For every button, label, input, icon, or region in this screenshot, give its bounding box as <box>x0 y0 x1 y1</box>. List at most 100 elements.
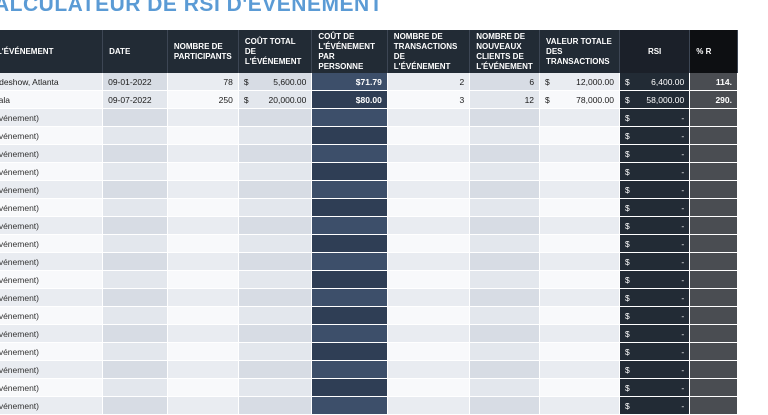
cell-event-name[interactable]: sez l'événement) <box>0 306 104 325</box>
cell-total-value[interactable] <box>539 126 620 145</box>
cell-transactions[interactable] <box>387 234 471 253</box>
cell-new-clients[interactable] <box>469 198 541 217</box>
cell-new-clients[interactable] <box>469 396 541 415</box>
cell-roi[interactable]: $ - <box>619 198 691 217</box>
cell-roi[interactable]: $ - <box>619 162 691 181</box>
cell-cost-per-person[interactable] <box>311 162 388 181</box>
cell-roi-percent[interactable] <box>689 324 738 343</box>
cell-total-cost[interactable] <box>238 378 313 397</box>
cell-total-value[interactable] <box>539 198 620 217</box>
cell-roi-percent[interactable] <box>689 180 738 199</box>
cell-total-value[interactable] <box>539 342 620 361</box>
cell-event-name[interactable]: sez l'événement) <box>0 324 104 343</box>
cell-roi[interactable]: $ - <box>619 270 691 289</box>
cell-roi[interactable]: $ - <box>619 396 691 415</box>
cell-roi-percent[interactable]: 290. <box>689 90 738 109</box>
cell-participants[interactable] <box>167 288 239 307</box>
cell-transactions[interactable] <box>387 162 471 181</box>
header-total-cost[interactable]: COÛT TOTAL DE L'ÉVÉNEMENT <box>238 30 313 73</box>
cell-event-name[interactable]: sez l'événement) <box>0 108 104 127</box>
cell-event-name[interactable]: sez l'événement) <box>0 378 104 397</box>
cell-date[interactable] <box>102 180 168 199</box>
cell-roi-percent[interactable] <box>689 234 738 253</box>
cell-participants[interactable] <box>167 360 239 379</box>
cell-participants[interactable] <box>167 342 239 361</box>
cell-transactions[interactable] <box>387 216 471 235</box>
cell-total-cost[interactable]: $5,600.00 <box>238 73 313 91</box>
cell-cost-per-person[interactable] <box>311 288 388 307</box>
cell-participants[interactable]: 78 <box>167 73 239 91</box>
cell-participants[interactable] <box>167 180 239 199</box>
cell-roi[interactable]: $ - <box>619 180 691 199</box>
cell-date[interactable]: 09-07-2022 <box>102 90 168 109</box>
cell-date[interactable] <box>102 270 168 289</box>
cell-total-cost[interactable]: $20,000.00 <box>238 90 313 109</box>
cell-roi-percent[interactable] <box>689 360 738 379</box>
cell-roi-percent[interactable] <box>689 306 738 325</box>
cell-participants[interactable] <box>167 234 239 253</box>
cell-date[interactable] <box>102 252 168 271</box>
cell-date[interactable] <box>102 162 168 181</box>
cell-transactions[interactable] <box>387 288 471 307</box>
cell-total-value[interactable] <box>539 306 620 325</box>
cell-transactions[interactable] <box>387 342 471 361</box>
cell-total-value[interactable]: $78,000.00 <box>539 90 620 109</box>
cell-new-clients[interactable] <box>469 324 541 343</box>
cell-total-cost[interactable] <box>238 126 313 145</box>
cell-participants[interactable] <box>167 306 239 325</box>
cell-cost-per-person[interactable] <box>311 252 388 271</box>
cell-date[interactable] <box>102 216 168 235</box>
cell-total-value[interactable] <box>539 234 620 253</box>
header-event-name[interactable]: E DE L'ÉVÉNEMENT <box>0 30 104 73</box>
cell-new-clients[interactable]: 12 <box>469 90 541 109</box>
cell-total-cost[interactable] <box>238 198 313 217</box>
cell-total-cost[interactable] <box>238 288 313 307</box>
header-cost-per-person[interactable]: COÛT DE L'ÉVÉNEMENT PAR PERSONNE <box>311 30 388 73</box>
cell-cost-per-person[interactable] <box>311 324 388 343</box>
cell-new-clients[interactable] <box>469 360 541 379</box>
cell-date[interactable] <box>102 396 168 415</box>
cell-total-cost[interactable] <box>238 162 313 181</box>
cell-transactions[interactable] <box>387 324 471 343</box>
cell-new-clients[interactable]: 6 <box>469 73 541 91</box>
cell-roi[interactable]: $ - <box>619 342 691 361</box>
cell-total-value[interactable] <box>539 288 620 307</box>
cell-transactions[interactable] <box>387 126 471 145</box>
cell-date[interactable] <box>102 198 168 217</box>
cell-event-name[interactable]: ior Tradeshow, Atlanta <box>0 73 104 91</box>
cell-participants[interactable] <box>167 270 239 289</box>
cell-cost-per-person[interactable] <box>311 234 388 253</box>
cell-cost-per-person[interactable] <box>311 342 388 361</box>
cell-total-cost[interactable] <box>238 342 313 361</box>
cell-event-name[interactable]: sez l'événement) <box>0 252 104 271</box>
cell-roi-percent[interactable] <box>689 288 738 307</box>
cell-total-cost[interactable] <box>238 252 313 271</box>
cell-new-clients[interactable] <box>469 342 541 361</box>
cell-roi[interactable]: $ - <box>619 378 691 397</box>
cell-new-clients[interactable] <box>469 378 541 397</box>
cell-new-clients[interactable] <box>469 180 541 199</box>
cell-roi-percent[interactable] <box>689 144 738 163</box>
cell-transactions[interactable] <box>387 252 471 271</box>
cell-roi-percent[interactable]: 114. <box>689 73 738 91</box>
cell-cost-per-person[interactable] <box>311 216 388 235</box>
cell-cost-per-person[interactable]: $71.79 <box>311 73 388 91</box>
cell-participants[interactable] <box>167 144 239 163</box>
header-transactions[interactable]: NOMBRE DE TRANSACTIONS DE L'ÉVÉNEMENT <box>387 30 471 73</box>
cell-date[interactable] <box>102 234 168 253</box>
cell-roi[interactable]: $ - <box>619 126 691 145</box>
cell-total-value[interactable] <box>539 396 620 415</box>
cell-new-clients[interactable] <box>469 270 541 289</box>
cell-transactions[interactable] <box>387 360 471 379</box>
cell-transactions[interactable] <box>387 270 471 289</box>
cell-transactions[interactable] <box>387 378 471 397</box>
header-date[interactable]: DATE <box>102 30 168 73</box>
cell-roi[interactable]: $ - <box>619 108 691 127</box>
cell-total-cost[interactable] <box>238 144 313 163</box>
cell-transactions[interactable] <box>387 108 471 127</box>
cell-total-cost[interactable] <box>238 360 313 379</box>
cell-roi-percent[interactable] <box>689 378 738 397</box>
cell-date[interactable] <box>102 144 168 163</box>
cell-roi-percent[interactable] <box>689 396 738 415</box>
cell-transactions[interactable] <box>387 306 471 325</box>
